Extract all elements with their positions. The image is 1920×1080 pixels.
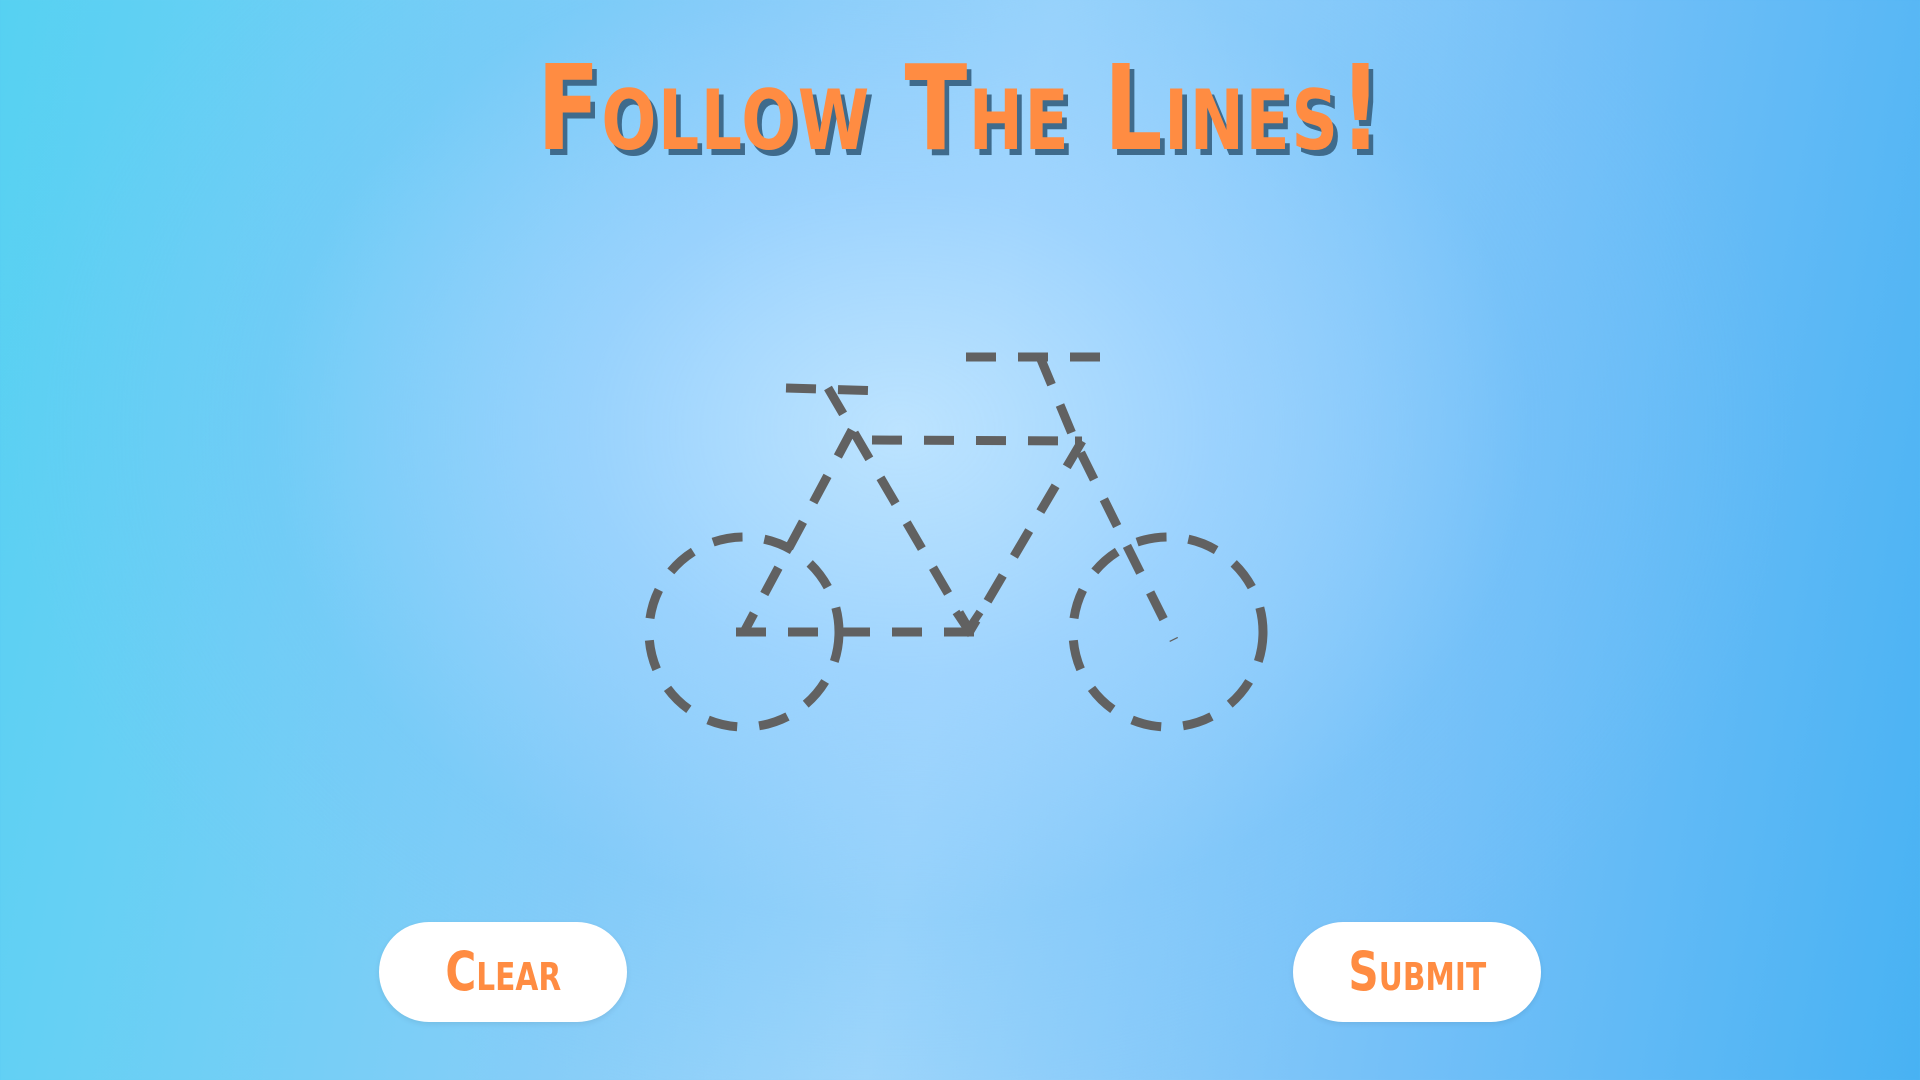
seat-outline [785, 383, 885, 396]
clear-button-label: Clear [445, 940, 561, 1003]
front-wheel-outline [1068, 532, 1268, 732]
seat-tube-outline [824, 385, 974, 634]
bicycle-trace-drawing [644, 352, 1268, 732]
seat-stay-outline [740, 427, 856, 635]
down-tube-outline [966, 438, 1086, 634]
top-tube-outline [871, 435, 1083, 446]
submit-button[interactable]: Submit [1293, 922, 1541, 1022]
game-screen: Follow The Lines! Clear Submit [0, 0, 1920, 1080]
submit-button-label: Submit [1348, 940, 1486, 1003]
tracing-canvas[interactable] [0, 0, 1920, 1080]
fork-outline [1035, 355, 1179, 643]
clear-button[interactable]: Clear [379, 922, 627, 1022]
